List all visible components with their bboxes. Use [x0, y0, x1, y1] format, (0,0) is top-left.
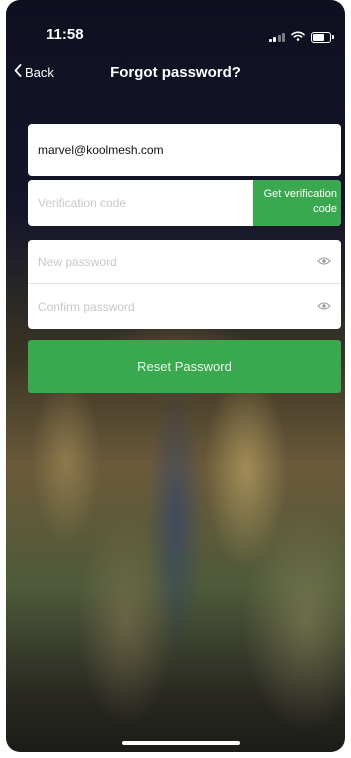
- email-input[interactable]: [28, 124, 341, 176]
- home-indicator: [122, 741, 240, 745]
- reset-password-button[interactable]: Reset Password: [28, 340, 341, 393]
- confirm-password-field[interactable]: [28, 284, 341, 329]
- eye-icon[interactable]: [317, 298, 331, 316]
- battery-icon: [311, 31, 334, 43]
- status-bar: 11:58: [6, 0, 345, 60]
- app-screen: 11:58 Back Forgot password? Get v: [6, 0, 345, 752]
- verification-code-field[interactable]: Get verification code: [28, 180, 341, 226]
- nav-bar: Back Forgot password?: [6, 60, 345, 88]
- email-field[interactable]: [28, 124, 341, 176]
- status-icons: [268, 28, 334, 46]
- new-password-input[interactable]: [28, 240, 298, 283]
- confirm-password-input[interactable]: [28, 284, 298, 329]
- eye-icon[interactable]: [317, 253, 331, 271]
- signal-icon: [268, 32, 285, 42]
- status-time: 11:58: [46, 26, 84, 43]
- verification-code-input[interactable]: [28, 180, 248, 226]
- page-title: Forgot password?: [110, 64, 241, 81]
- get-verification-code-button[interactable]: Get verification code: [253, 180, 341, 226]
- wifi-icon: [291, 28, 305, 46]
- new-password-field[interactable]: [28, 240, 341, 284]
